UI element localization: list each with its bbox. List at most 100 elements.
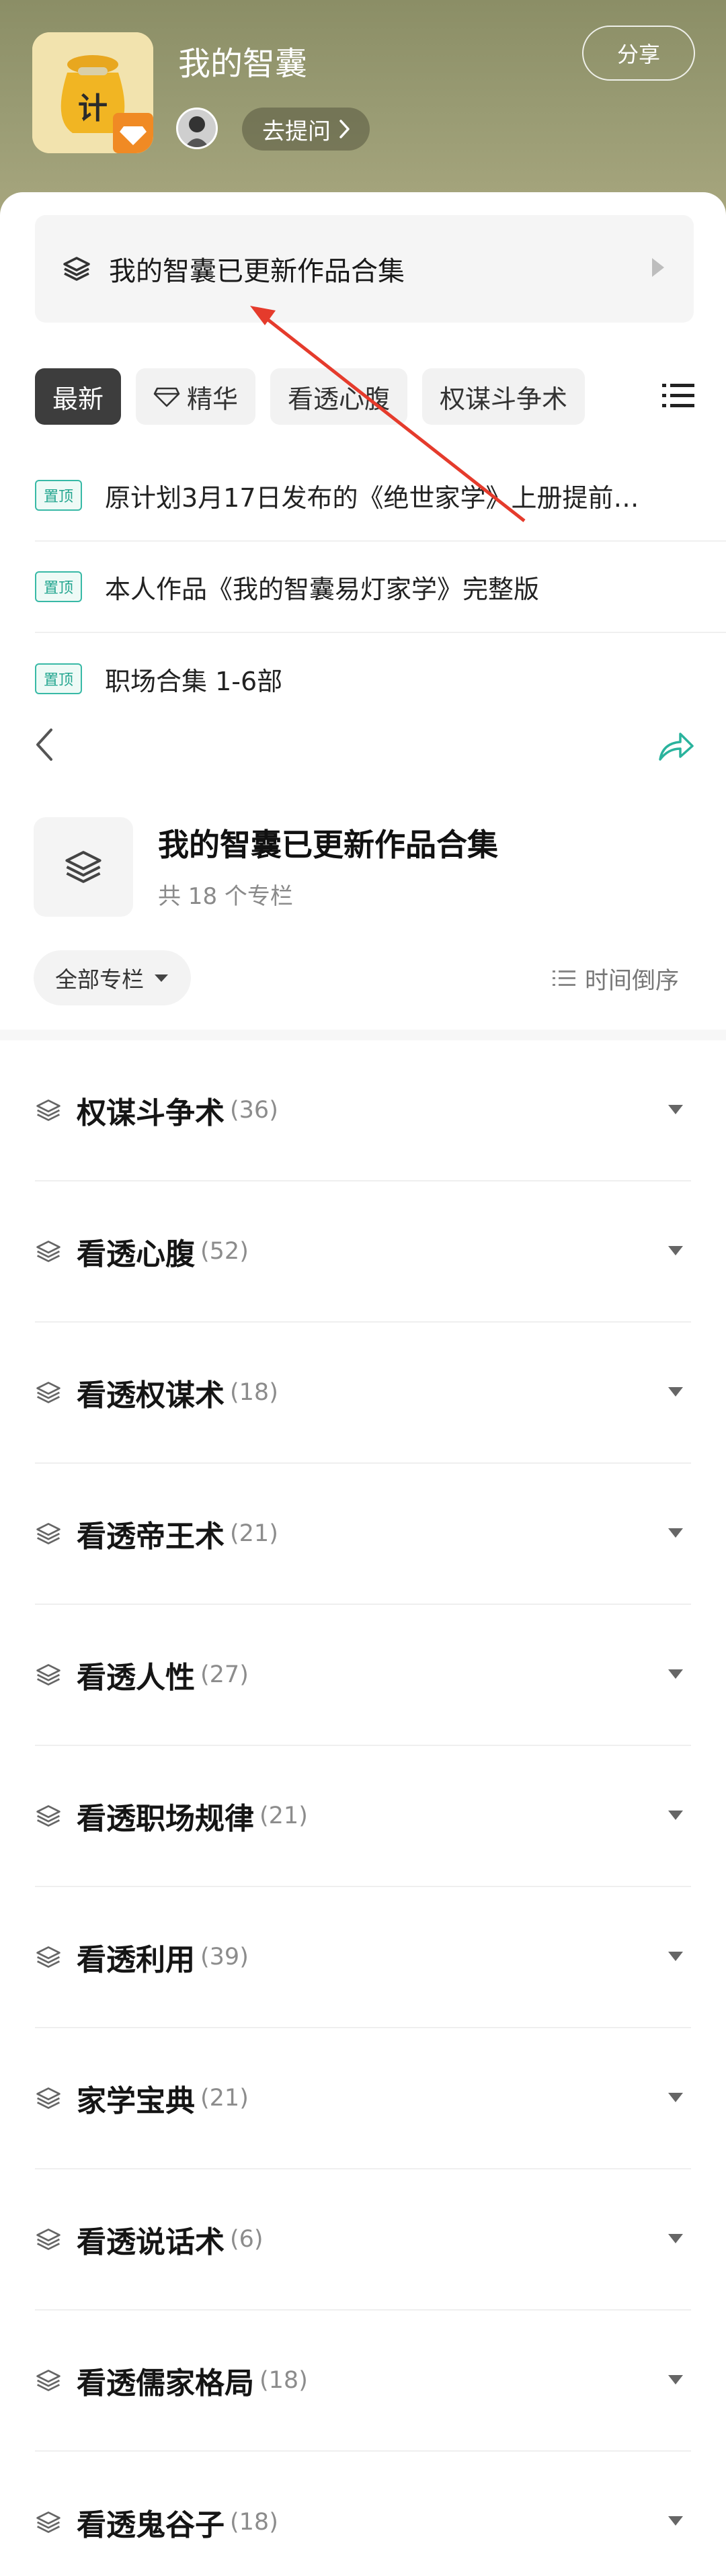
- column-name: 看透职场规律: [77, 1802, 254, 1836]
- column-name: 看透权谋术: [77, 1378, 225, 1413]
- pinned-title: 职场合集 1-6部: [105, 666, 283, 696]
- caret-down-icon[interactable]: [668, 1528, 683, 1538]
- share-arrow-icon[interactable]: [657, 730, 695, 762]
- column-row[interactable]: 看透人性 (27): [35, 1605, 691, 1746]
- column-row[interactable]: 看透说话术 (6): [35, 2169, 691, 2311]
- column-list: 权谋斗争术 (36) 看透心腹 (52) 看透权谋术 (18) 看透帝王术 (21) 看透人性(…: [0, 1040, 726, 2576]
- caret-down-icon[interactable]: [668, 1952, 683, 1961]
- layers-icon: [36, 1099, 61, 1121]
- banner-text: 我的智囊已更新作品合集: [109, 256, 405, 287]
- column-row[interactable]: 看透心腹 (52): [35, 1181, 691, 1323]
- layers-icon: [63, 257, 90, 281]
- layers-icon: [36, 1382, 61, 1403]
- column-name: 看透儒家格局: [77, 2366, 254, 2401]
- pinned-badge: 置顶: [35, 571, 82, 602]
- caret-down-icon[interactable]: [668, 1669, 683, 1679]
- caret-down-icon[interactable]: [668, 2375, 683, 2384]
- caret-down-icon[interactable]: [668, 2093, 683, 2102]
- pinned-title: 原计划3月17日发布的《绝世家学》上册提前…: [105, 483, 639, 513]
- menu-list-icon[interactable]: [662, 382, 694, 410]
- column-count: (52): [200, 1238, 249, 1265]
- column-row[interactable]: 看透帝王术 (21): [35, 1464, 691, 1605]
- column-row[interactable]: 看透儒家格局 (18): [35, 2311, 691, 2452]
- avatar[interactable]: [176, 108, 218, 149]
- tab-bar: 最新 精华 看透心腹 权谋斗争术: [35, 368, 586, 425]
- column-name: 看透帝王术: [77, 1520, 225, 1554]
- caret-down-icon[interactable]: [668, 2516, 683, 2526]
- caret-down-icon[interactable]: [668, 1105, 683, 1114]
- column-count: (27): [200, 1661, 249, 1688]
- ask-label: 去提问: [262, 118, 331, 145]
- tab-featured[interactable]: 精华: [136, 368, 256, 425]
- column-row[interactable]: 看透职场规律 (21): [35, 1746, 691, 1887]
- layers-icon: [36, 2087, 61, 2109]
- column-count: (21): [200, 2085, 249, 2112]
- pinned-badge: 置顶: [35, 663, 82, 694]
- column-row[interactable]: 看透权谋术 (18): [35, 1323, 691, 1464]
- column-count: (6): [230, 2226, 264, 2253]
- collection-title: 我的智囊已更新作品合集: [158, 827, 498, 863]
- collection-banner[interactable]: 我的智囊已更新作品合集: [35, 215, 694, 323]
- collection-icon: [34, 817, 133, 917]
- share-button[interactable]: 分享: [582, 26, 695, 81]
- column-count: (21): [230, 1520, 278, 1547]
- column-row[interactable]: 家学宝典 (21): [35, 2028, 691, 2169]
- app-icon-char: 计: [78, 91, 108, 126]
- layers-icon: [36, 1805, 61, 1827]
- column-count: (21): [259, 1802, 308, 1829]
- pinned-title: 本人作品《我的智囊易灯家学》完整版: [105, 574, 540, 604]
- caret-down-icon: [155, 974, 168, 982]
- layers-icon: [36, 2370, 61, 2391]
- column-row[interactable]: 看透利用 (39): [35, 1887, 691, 2028]
- column-name: 家学宝典: [77, 2084, 195, 2118]
- tab-label: 最新: [52, 384, 104, 414]
- back-chevron-icon[interactable]: [34, 727, 55, 762]
- layers-icon: [36, 1946, 61, 1968]
- caret-down-icon[interactable]: [668, 1246, 683, 1255]
- tab-see-through-confidants[interactable]: 看透心腹: [270, 368, 408, 425]
- pinned-item[interactable]: 置顶 本人作品《我的智囊易灯家学》完整版: [35, 542, 726, 633]
- filter-dropdown[interactable]: 全部专栏: [34, 950, 191, 1005]
- column-name: 看透利用: [77, 1943, 195, 1977]
- layers-icon: [36, 1523, 61, 1544]
- play-arrow-icon: [652, 258, 664, 277]
- diamond-icon: [153, 387, 180, 407]
- profile-header: 计 我的智囊 分享 去提问: [0, 0, 726, 215]
- caret-down-icon[interactable]: [668, 1811, 683, 1820]
- pinned-item[interactable]: 置顶 原计划3月17日发布的《绝世家学》上册提前…: [35, 450, 726, 542]
- pinned-list: 置顶 原计划3月17日发布的《绝世家学》上册提前… 置顶 本人作品《我的智囊易灯…: [35, 450, 726, 724]
- sort-button[interactable]: 时间倒序: [553, 958, 679, 999]
- chevron-right-icon: [339, 120, 350, 138]
- column-row[interactable]: 权谋斗争术 (36): [35, 1040, 691, 1181]
- section-divider: [0, 1030, 726, 1040]
- ask-question-button[interactable]: 去提问: [242, 108, 370, 151]
- column-name: 看透人性: [77, 1661, 195, 1695]
- app-icon[interactable]: 计: [32, 32, 153, 153]
- filter-label: 全部专栏: [55, 966, 144, 993]
- layers-icon: [36, 1241, 61, 1262]
- tab-label: 精华: [187, 384, 239, 414]
- column-name: 看透鬼谷子: [77, 2508, 225, 2542]
- tab-power-struggle[interactable]: 权谋斗争术: [422, 368, 586, 425]
- tab-label: 看透心腹: [288, 384, 391, 414]
- column-name: 看透说话术: [77, 2225, 225, 2259]
- sort-label: 时间倒序: [585, 967, 680, 995]
- sort-list-icon: [553, 970, 575, 986]
- page-title: 我的智囊: [178, 45, 308, 83]
- layers-icon: [36, 2511, 61, 2533]
- pinned-badge: 置顶: [35, 480, 82, 511]
- layers-icon: [36, 1664, 61, 1686]
- pinned-item[interactable]: 置顶 职场合集 1-6部: [35, 633, 726, 724]
- caret-down-icon[interactable]: [668, 1387, 683, 1397]
- layers-icon: [65, 851, 102, 883]
- column-count: (36): [230, 1097, 278, 1124]
- collection-count: 共 18 个专栏: [158, 883, 293, 910]
- column-name: 权谋斗争术: [77, 1096, 225, 1130]
- layers-icon: [36, 2229, 61, 2250]
- caret-down-icon[interactable]: [668, 2234, 683, 2243]
- tab-label: 权谋斗争术: [440, 384, 568, 414]
- column-name: 看透心腹: [77, 1237, 195, 1272]
- column-count: (18): [230, 2509, 278, 2536]
- column-row[interactable]: 看透鬼谷子 (18): [35, 2452, 691, 2576]
- tab-latest[interactable]: 最新: [35, 368, 122, 425]
